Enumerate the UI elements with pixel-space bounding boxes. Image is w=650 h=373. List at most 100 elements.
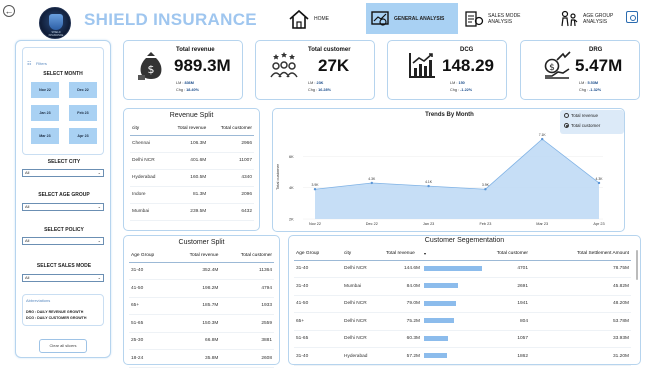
column-header[interactable]: Total Settlement Amount — [530, 248, 631, 261]
y-tick-label: 2K — [289, 218, 294, 222]
column-header[interactable]: Total revenue — [165, 123, 209, 136]
y-tick-label: 6K — [289, 155, 294, 159]
column-header[interactable]: city — [342, 248, 384, 261]
table-row[interactable]: 31-40 Mumbai 84.0M 2691 45.82M — [294, 277, 631, 296]
revenue-cell: 81.3M — [165, 186, 209, 204]
customer-cell: 1057 — [484, 330, 530, 348]
settlement-cell: 33.93M — [530, 330, 631, 348]
age-group-icon — [561, 10, 578, 26]
nav-age-group-analysis[interactable]: AGE GROUP ANALYSIS — [555, 3, 627, 34]
revenue-bar-cell — [422, 295, 484, 313]
kpi-value: 5.47M — [575, 56, 623, 75]
focus-mode-icon[interactable] — [626, 11, 638, 23]
data-label: 4.1K — [425, 180, 433, 184]
policy-dropdown[interactable]: All ⌄ — [22, 237, 104, 245]
select-sales-mode-title: SELECT SALES MODE — [36, 263, 92, 269]
month-option[interactable]: Dec 22 — [69, 82, 97, 98]
revenue-bar-cell — [422, 312, 484, 331]
table-row[interactable]: 41-50 198.2M 4794 — [129, 279, 274, 298]
age-group-cell: 31-40 — [294, 277, 342, 296]
table-row[interactable]: Mumbai 239.5M 6432 — [130, 203, 254, 221]
column-header[interactable]: Total revenue — [384, 248, 422, 261]
customer-segmentation-table: Age Group city Total revenue ▾ Total cus… — [294, 248, 631, 366]
sales-mode-dropdown[interactable]: All ⌄ — [22, 274, 104, 282]
abbreviations-panel: Abbreviations DRG : DAILY REVENUE GROWTH… — [22, 294, 104, 326]
month-option[interactable]: Apr 23 — [69, 128, 97, 144]
column-header[interactable]: Age Group — [294, 248, 342, 261]
logo-text: SHIELD INSURANCE — [48, 31, 64, 37]
nav-general-analysis[interactable]: GENERAL ANALYSIS — [366, 3, 458, 34]
table-row[interactable]: Indore 81.3M 2096 — [130, 186, 254, 204]
table-row[interactable]: 51-65 Delhi NCR 60.3M 1057 33.93M — [294, 330, 631, 348]
month-option[interactable]: Jan 23 — [31, 105, 59, 121]
legend-item-total-revenue[interactable]: Total revenue — [564, 113, 599, 119]
column-header[interactable]: Age Group — [129, 250, 171, 263]
settlement-cell: 48.20M — [530, 295, 631, 313]
data-label: 7.1K — [539, 133, 547, 137]
nav-age-group-label: AGE GROUP ANALYSIS — [583, 12, 614, 25]
table-row[interactable]: Hyderabad 160.5M 4340 — [130, 169, 254, 187]
revenue-bar — [424, 265, 482, 271]
select-policy-title: SELECT POLICY — [44, 227, 84, 233]
settlement-cell: 45.82M — [530, 277, 631, 296]
customer-split-table: Age Group Total revenue Total customer 3… — [129, 250, 274, 368]
revenue-cell: 60.3M — [384, 330, 422, 348]
clear-slicers-button[interactable]: Clear all slicers — [39, 339, 87, 353]
age-group-dropdown[interactable]: All ⌄ — [22, 203, 104, 211]
legend-label: Total revenue — [571, 113, 599, 118]
vertical-scrollbar[interactable] — [636, 250, 638, 280]
column-header[interactable]: city — [130, 123, 166, 136]
customer-cell: 6432 — [208, 203, 254, 221]
column-header[interactable]: Total customer — [220, 250, 274, 263]
revenue-bar-cell — [422, 260, 484, 278]
table-row[interactable]: 31-40 Delhi NCR 144.6M 4701 78.75M — [294, 260, 631, 278]
nav-sales-mode-analysis[interactable]: SALES MODE ANALYSIS — [460, 3, 548, 34]
legend-item-total-customer[interactable]: Total customer — [564, 123, 600, 129]
city-cell: Hyderabad — [342, 347, 384, 366]
nav-sales-mode-label: SALES MODE ANALYSIS — [488, 12, 521, 25]
back-arrow-icon[interactable]: ← — [3, 5, 15, 17]
age-group-cell: 65+ — [294, 312, 342, 331]
abbreviations-title: Abbreviations — [26, 298, 51, 303]
table-row[interactable]: 65+ Delhi NCR 75.2M 804 53.78M — [294, 312, 631, 331]
customer-cell: 1862 — [484, 347, 530, 366]
column-header[interactable]: Total customer — [208, 123, 254, 136]
table-row[interactable]: Delhi NCR 401.6M 11007 — [130, 152, 254, 170]
nav-home[interactable]: HOME — [284, 3, 334, 34]
revenue-bar-cell — [422, 347, 484, 366]
data-label: 4.3K — [368, 177, 376, 181]
table-row[interactable]: 65+ 185.7M 1933 — [129, 297, 274, 315]
month-option[interactable]: Mar 23 — [31, 128, 59, 144]
customer-cell: 4701 — [484, 260, 530, 278]
city-cell: Delhi NCR — [342, 312, 384, 331]
y-tick-label: 4K — [289, 186, 294, 190]
table-row[interactable]: 41-50 Delhi NCR 79.0M 1941 48.20M — [294, 295, 631, 313]
city-cell: Mumbai — [130, 203, 166, 221]
table-row[interactable]: Chennai 106.3M 2966 — [130, 135, 254, 153]
settlement-cell: 53.78M — [530, 312, 631, 331]
settlement-cell: 78.75M — [530, 260, 631, 278]
city-cell: Delhi NCR — [342, 260, 384, 278]
table-row[interactable]: 31-40 Hyderabad 57.2M 1862 31.20M — [294, 347, 631, 366]
customer-cell: 4340 — [208, 169, 254, 187]
column-header[interactable]: Total revenue — [170, 250, 221, 263]
table-row[interactable]: 51-65 150.3M 2559 — [129, 314, 274, 333]
data-point — [427, 184, 430, 188]
revenue-bar — [424, 300, 456, 306]
month-option[interactable]: Feb 23 — [69, 105, 97, 121]
x-tick-label: Feb 23 — [479, 222, 491, 226]
table-row[interactable]: 31-40 352.4M 11364 — [129, 262, 274, 280]
table-row[interactable]: 18-24 35.8M 2608 — [129, 349, 274, 368]
table-row[interactable]: 25-30 66.8M 3881 — [129, 332, 274, 350]
age-group-cell: 51-65 — [129, 314, 171, 333]
month-option[interactable]: Nov 22 — [31, 82, 59, 98]
city-dropdown[interactable]: All ⌄ — [22, 169, 104, 177]
data-label: 3.9K — [482, 183, 490, 187]
select-month-title: SELECT MONTH — [43, 71, 83, 77]
sort-header[interactable]: ▾ — [422, 248, 484, 261]
shield-icon — [49, 14, 63, 30]
column-header[interactable]: Total customer — [484, 248, 530, 261]
x-tick-label: Mar 23 — [536, 222, 548, 226]
kpi-label: Total customer — [308, 47, 351, 53]
y-axis-label: Total customer — [275, 163, 280, 190]
